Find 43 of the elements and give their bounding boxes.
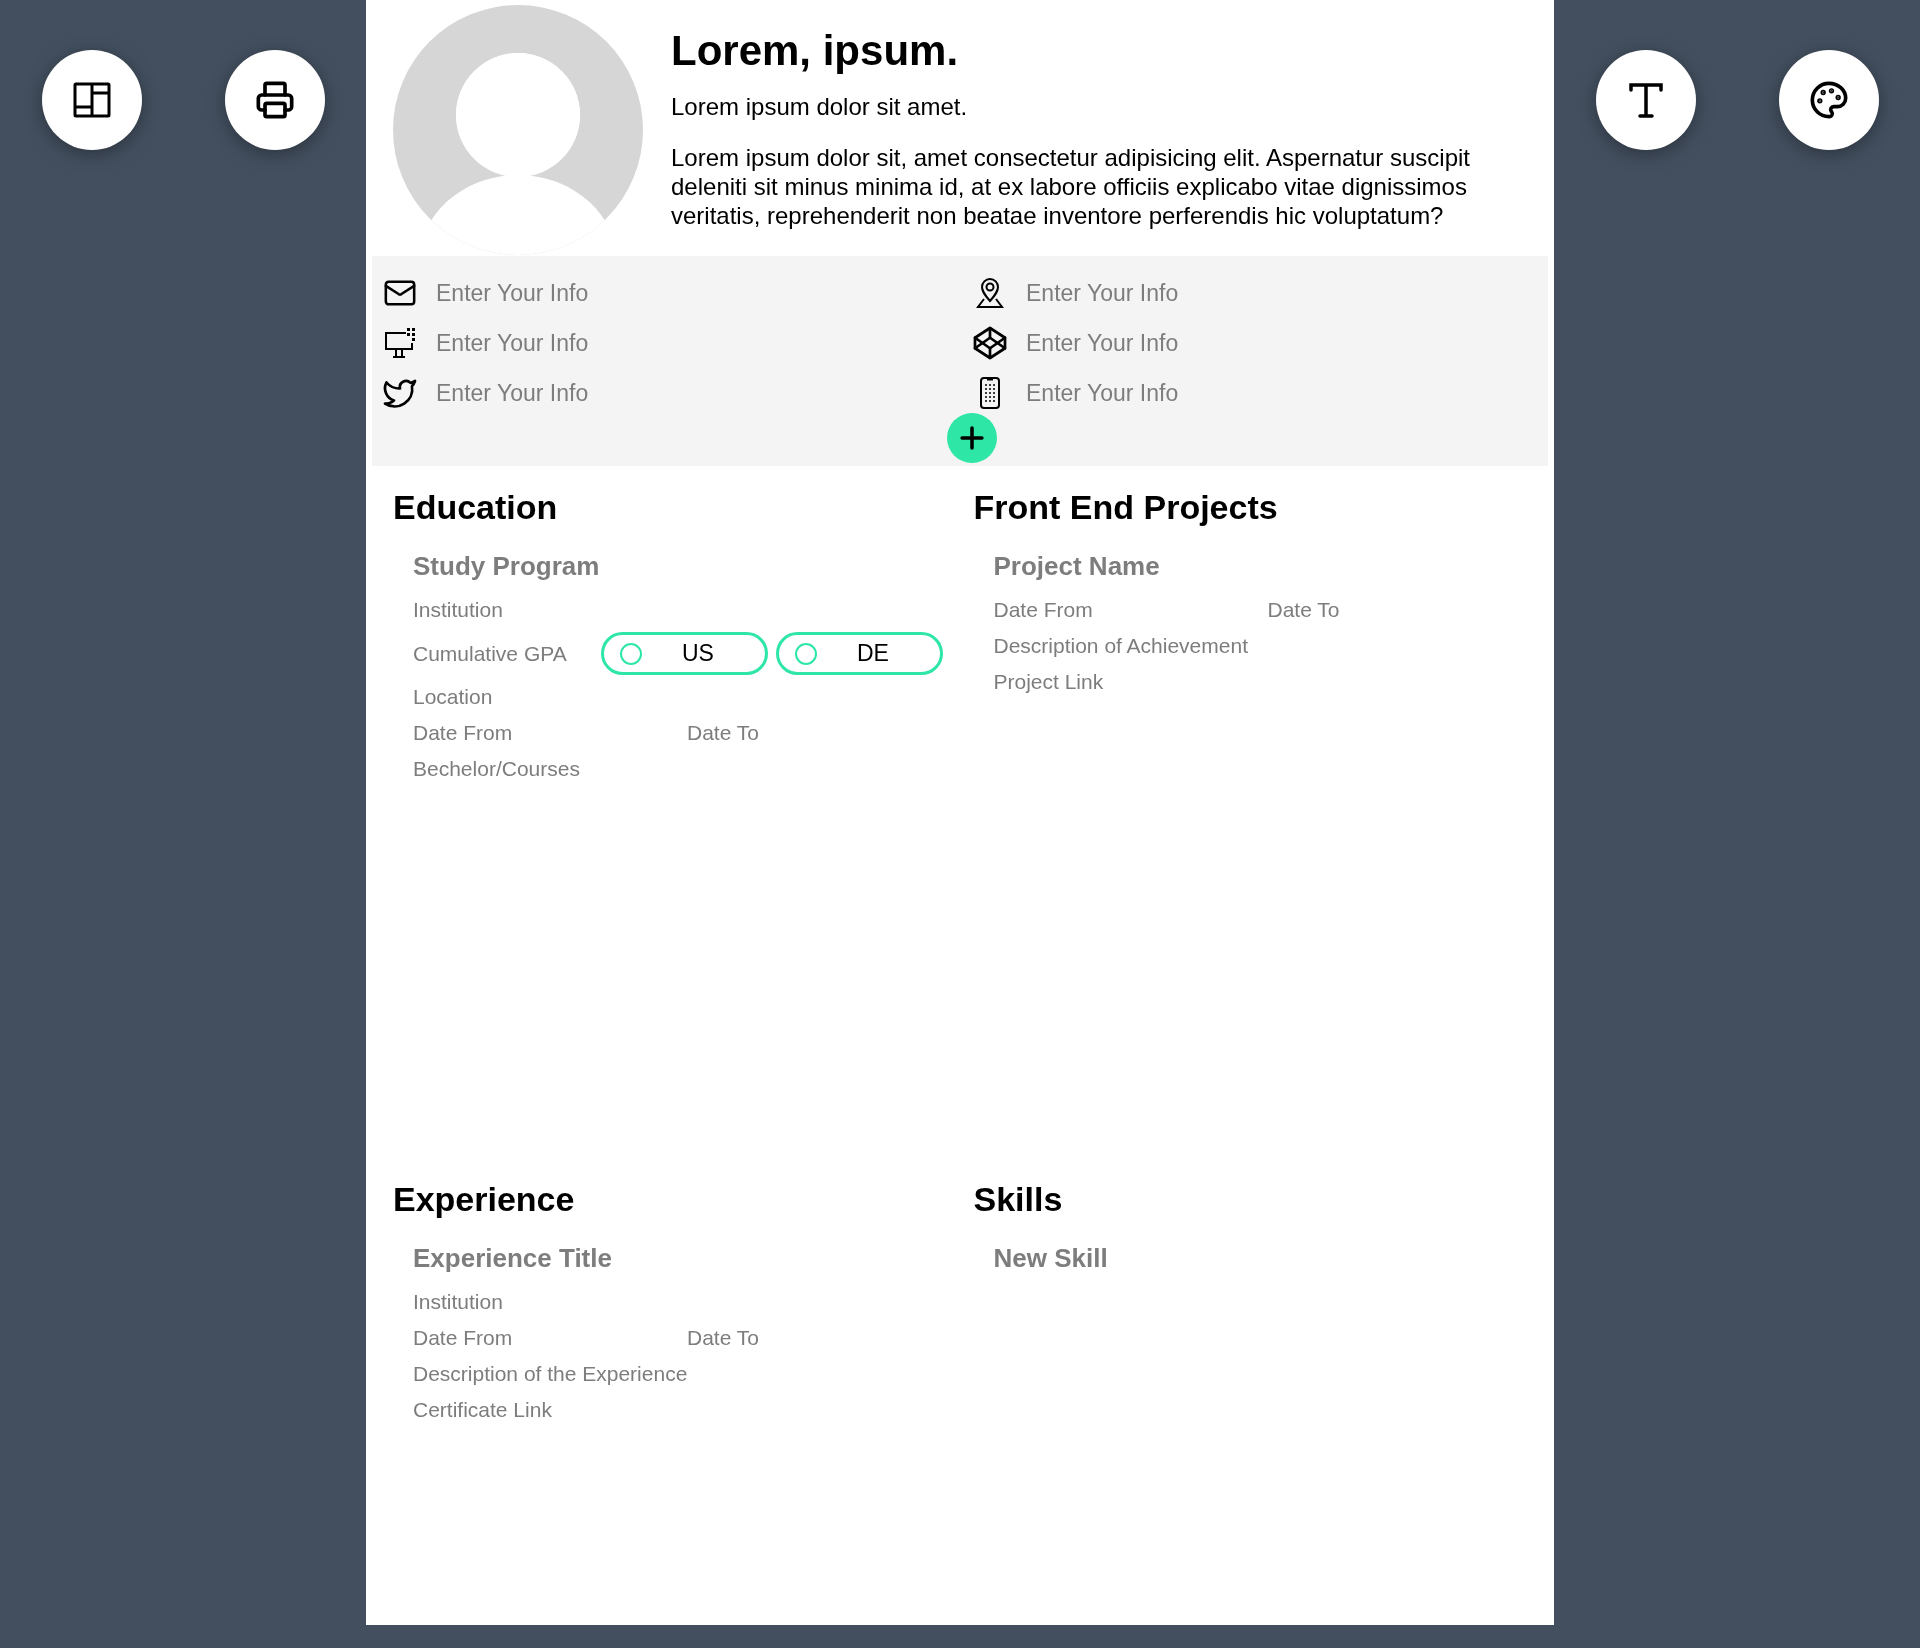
text-field[interactable]: Certificate Link <box>413 1396 833 1424</box>
contact-field[interactable]: Enter Your Info <box>1026 327 1326 359</box>
text-field[interactable]: Location <box>413 683 833 711</box>
contact-field[interactable]: Enter Your Info <box>436 277 736 309</box>
add-button[interactable] <box>947 413 997 463</box>
contact-field[interactable]: Enter Your Info <box>436 377 736 409</box>
palette-icon <box>1808 80 1849 120</box>
text-field[interactable]: Institution <box>413 1288 833 1316</box>
date-from-field[interactable]: Date From <box>993 596 1268 624</box>
profile-name: Lorem, ipsum. <box>671 27 960 75</box>
contact-field[interactable]: Enter Your Info <box>1026 377 1326 409</box>
text-icon <box>1627 81 1664 119</box>
text-field[interactable]: Description of the Experience <box>413 1360 833 1388</box>
text-field[interactable]: Bechelor/Courses <box>413 755 833 783</box>
gpa-option[interactable]: US <box>601 632 768 675</box>
date-to-field[interactable]: Date To <box>687 1324 887 1352</box>
section-title: Experience <box>393 1180 576 1219</box>
date-to-field[interactable]: Date To <box>687 719 887 747</box>
profile-subtitle: Lorem ipsum dolor sit amet. <box>671 93 969 121</box>
title-field[interactable]: Project Name <box>993 549 1394 584</box>
layout-icon <box>72 82 111 118</box>
section-title: Education <box>393 488 559 527</box>
profile-bio: Lorem ipsum dolor sit, amet consectetur adipisicing elit. Aspernatur suscipit deleniti sit minus minima id, at ex labore officiis explicabo vitae dignissimos veritatis, reprehenderit non beatae inventore perferendis hic voluptatum? <box>671 143 1472 230</box>
contact-field[interactable]: Enter Your Info <box>1026 277 1326 309</box>
phone-icon <box>978 377 1002 409</box>
gpa-field[interactable]: Cumulative GPA <box>413 639 593 668</box>
section-title: Skills <box>973 1180 1064 1219</box>
gpa-option[interactable]: DE <box>776 632 943 675</box>
date-to-field[interactable]: Date To <box>1267 596 1468 624</box>
text-field[interactable]: Institution <box>413 596 833 624</box>
text-field[interactable]: Project Link <box>993 668 1414 696</box>
date-from-field[interactable]: Date From <box>413 1324 687 1352</box>
title-field[interactable]: Experience Title <box>413 1241 813 1276</box>
cube-icon <box>972 325 1008 361</box>
text-field[interactable]: Description of Achievement <box>993 632 1414 660</box>
section-title: Front End Projects <box>973 488 1279 527</box>
contact-field[interactable]: Enter Your Info <box>436 327 736 359</box>
monitor-icon <box>384 327 416 359</box>
map-pin-icon <box>975 277 1005 309</box>
title-field[interactable]: Study Program <box>413 549 813 584</box>
date-from-field[interactable]: Date From <box>413 719 687 747</box>
title-field[interactable]: New Skill <box>993 1241 1394 1276</box>
printer-icon <box>254 80 295 120</box>
